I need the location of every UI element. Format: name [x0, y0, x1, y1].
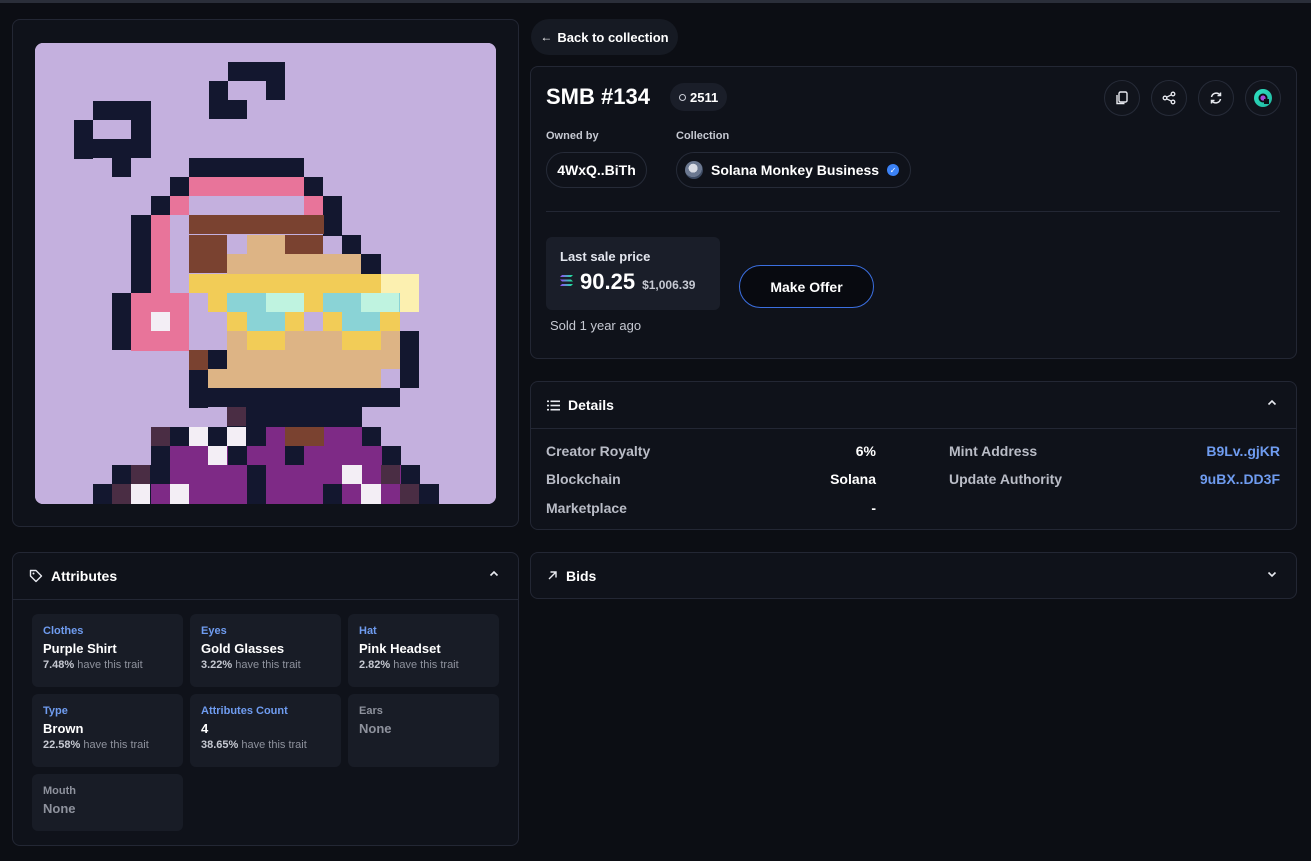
attribute-rarity-suffix: have this trait: [241, 739, 307, 751]
chevron-up-icon: [1267, 399, 1277, 406]
attribute-value: Purple Shirt: [43, 641, 117, 656]
rank-value: 2511: [690, 89, 719, 105]
details-header[interactable]: Details: [531, 382, 1296, 428]
make-offer-button[interactable]: Make Offer: [739, 265, 874, 308]
attribute-value: Brown: [43, 721, 84, 736]
bids-header[interactable]: Bids: [531, 553, 1296, 598]
details-panel: Details Creator Royalty 6% Blockchain So…: [530, 381, 1297, 530]
attribute-card[interactable]: Type Brown 22.58% have this trait: [32, 694, 183, 767]
attribute-rarity-pct: 7.48%: [43, 659, 75, 671]
attribute-card[interactable]: Eyes Gold Glasses 3.22% have this trait: [190, 614, 341, 687]
detail-label: Blockchain: [546, 471, 621, 487]
attribute-rarity-pct: 22.58%: [43, 739, 81, 751]
detail-value: Solana: [830, 471, 876, 487]
tag-icon: [29, 569, 43, 583]
share-button[interactable]: [1151, 80, 1187, 116]
attribute-type: Eyes: [201, 625, 227, 637]
list-icon: [547, 400, 560, 410]
detail-label: Marketplace: [546, 500, 627, 516]
marketplace-logo-icon: [1254, 89, 1272, 107]
attributes-panel: Attributes Clothes Purple Shirt 7.48% ha…: [12, 552, 519, 846]
last-sale-usd: $1,006.39: [642, 278, 696, 292]
attribute-value: Pink Headset: [359, 641, 441, 656]
attribute-type: Hat: [359, 625, 377, 637]
top-border: [0, 0, 1311, 3]
solana-icon: [560, 275, 573, 286]
attribute-type: Ears: [359, 705, 383, 717]
collection-name: Solana Monkey Business: [711, 162, 880, 178]
attribute-rarity: 2.82% have this trait: [359, 658, 488, 672]
arrow-up-right-icon: [548, 571, 557, 580]
owner-link[interactable]: 4WxQ..BiTh: [546, 152, 647, 188]
back-button-label: Back to collection: [557, 29, 669, 45]
attribute-rarity-suffix: have this trait: [77, 659, 143, 671]
page-title: SMB #134: [546, 84, 650, 109]
share-icon: [1162, 91, 1176, 105]
mint-address-link[interactable]: B9Lv..gjKR: [1206, 443, 1280, 459]
attribute-type: Clothes: [43, 625, 84, 637]
owned-by-label: Owned by: [546, 130, 599, 142]
divider: [531, 428, 1296, 429]
attribute-rarity: 3.22% have this trait: [201, 658, 330, 672]
attribute-value: None: [43, 801, 76, 816]
divider: [546, 211, 1280, 212]
attribute-rarity-pct: 38.65%: [201, 739, 239, 751]
bids-panel: Bids: [530, 552, 1297, 599]
bids-title: Bids: [566, 567, 597, 584]
rank-badge[interactable]: 2511: [670, 83, 728, 111]
copy-icon: [1116, 91, 1128, 105]
refresh-button[interactable]: [1198, 80, 1234, 116]
attribute-type: Mouth: [43, 785, 76, 797]
update-authority-link[interactable]: 9uBX..DD3F: [1200, 471, 1280, 487]
attribute-rarity-suffix: have this trait: [235, 659, 301, 671]
chevron-down-icon: [1267, 571, 1277, 578]
back-to-collection-button[interactable]: ← Back to collection: [531, 19, 678, 55]
attribute-card[interactable]: Hat Pink Headset 2.82% have this trait: [348, 614, 499, 687]
last-sale-row: 90.25 $1,006.39: [560, 269, 695, 295]
rank-icon: [679, 93, 686, 101]
attribute-rarity: 38.65% have this trait: [201, 738, 330, 752]
attribute-rarity-suffix: have this trait: [393, 659, 459, 671]
last-sale-box: Last sale price 90.25 $1,006.39: [546, 237, 720, 310]
nft-pixel-art: [35, 43, 496, 504]
attribute-value: None: [359, 721, 392, 736]
attribute-rarity-pct: 3.22%: [201, 659, 233, 671]
attribute-value: 4: [201, 721, 209, 736]
sold-time: Sold 1 year ago: [550, 318, 642, 333]
attribute-card[interactable]: Mouth None: [32, 774, 183, 831]
marketplace-button[interactable]: [1245, 80, 1281, 116]
detail-label: Creator Royalty: [546, 443, 651, 459]
detail-label: Update Authority: [949, 471, 1063, 487]
detail-value: 6%: [855, 443, 876, 459]
attribute-type: Attributes Count: [201, 705, 288, 717]
attribute-rarity-pct: 2.82%: [359, 659, 391, 671]
refresh-icon: [1210, 92, 1222, 104]
verified-icon: ✓: [887, 164, 900, 176]
nft-image-panel: [12, 19, 519, 527]
chevron-up-icon: [489, 570, 499, 577]
detail-label: Mint Address: [949, 443, 1038, 459]
collection-avatar: [685, 161, 703, 179]
last-sale-price: 90.25: [580, 269, 636, 294]
collection-link[interactable]: Solana Monkey Business ✓: [676, 152, 911, 188]
nft-image[interactable]: [35, 43, 496, 504]
nft-header-panel: SMB #134 2511 Owned by Collection 4WxQ..…: [530, 66, 1297, 359]
divider: [13, 599, 518, 600]
attribute-rarity-suffix: have this trait: [83, 739, 149, 751]
attribute-card[interactable]: Ears None: [348, 694, 499, 767]
copy-button[interactable]: [1104, 80, 1140, 116]
attribute-card[interactable]: Attributes Count 4 38.65% have this trai…: [190, 694, 341, 767]
attributes-header[interactable]: Attributes: [13, 553, 518, 599]
attribute-rarity: 22.58% have this trait: [43, 738, 172, 752]
last-sale-label: Last sale price: [560, 249, 651, 264]
arrow-left-icon: ←: [540, 30, 553, 44]
attribute-card[interactable]: Clothes Purple Shirt 7.48% have this tra…: [32, 614, 183, 687]
collection-label: Collection: [676, 130, 730, 142]
details-title: Details: [568, 397, 614, 413]
attribute-type: Type: [43, 705, 68, 717]
attribute-rarity: 7.48% have this trait: [43, 658, 172, 672]
attribute-value: Gold Glasses: [201, 641, 285, 656]
attributes-title: Attributes: [51, 568, 118, 584]
detail-value: -: [871, 500, 876, 516]
